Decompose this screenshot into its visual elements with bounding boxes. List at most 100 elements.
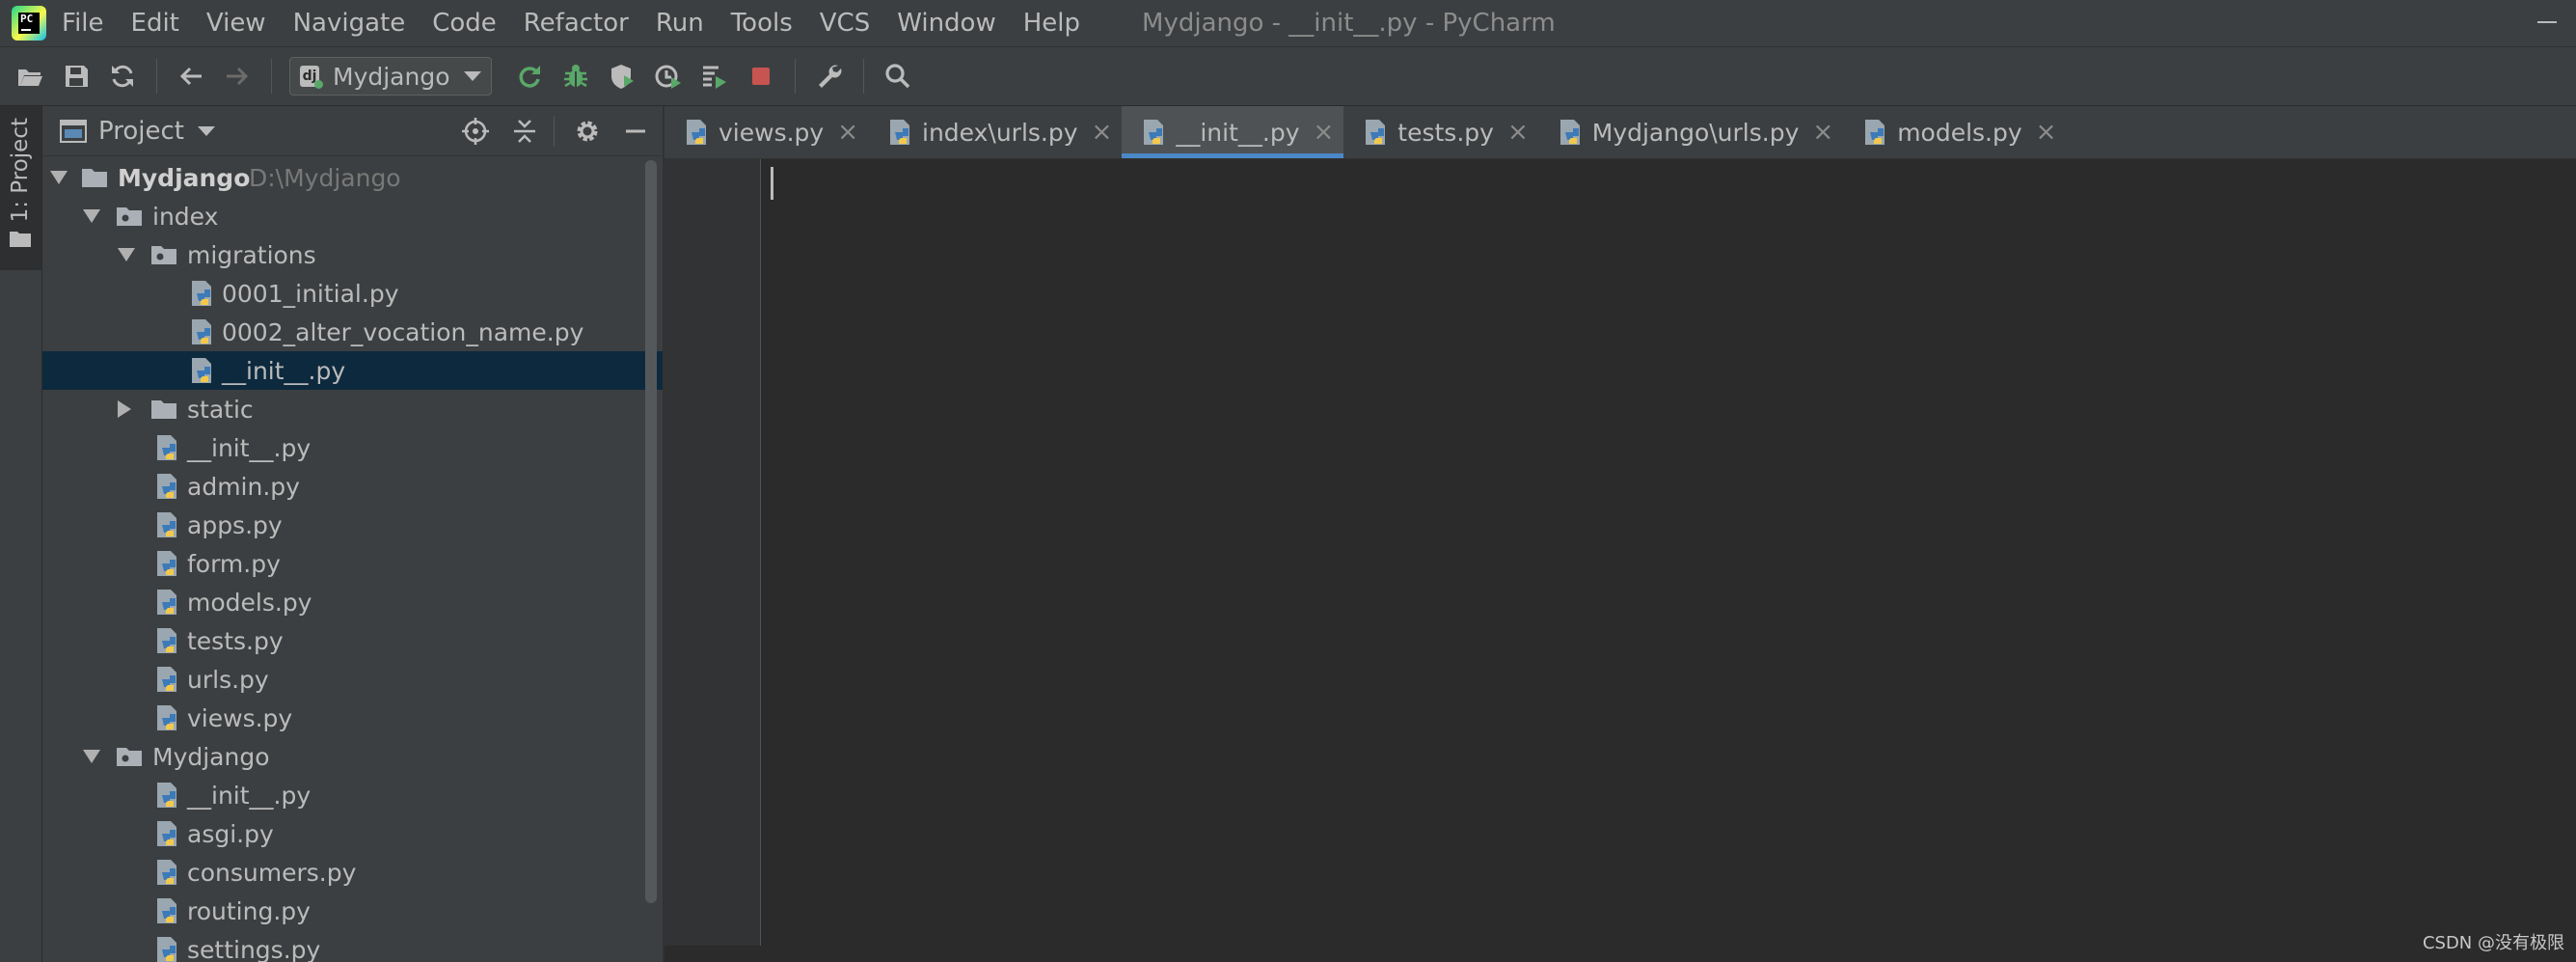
minimize-window-button[interactable]	[2537, 21, 2557, 23]
tree-item-label: settings.py	[187, 935, 321, 962]
rerun-button[interactable]	[513, 60, 546, 93]
project-tool-window: Project Mydjango D:\Mydjango index migra…	[42, 106, 664, 962]
editor-horizontal-scroll-area[interactable]	[664, 946, 2576, 962]
tree-item-file[interactable]: urls.py	[42, 660, 663, 699]
locate-file-icon[interactable]	[461, 117, 490, 146]
menu-edit[interactable]: Edit	[131, 9, 179, 38]
search-icon	[884, 64, 909, 89]
tree-item-file[interactable]: tests.py	[42, 621, 663, 660]
expand-arrow-icon[interactable]	[118, 248, 135, 261]
menu-vcs[interactable]: VCS	[820, 9, 870, 38]
synchronize-button[interactable]	[106, 60, 139, 93]
close-tab-icon[interactable]: ×	[2036, 118, 2057, 147]
run-with-coverage-button[interactable]	[606, 60, 638, 93]
tree-item-file[interactable]: settings.py	[42, 930, 663, 962]
tree-item-file[interactable]: asgi.py	[42, 814, 663, 853]
close-tab-icon[interactable]: ×	[1507, 118, 1529, 147]
stop-button[interactable]	[745, 60, 777, 93]
chevron-down-icon[interactable]	[197, 125, 215, 136]
tree-item-file[interactable]: routing.py	[42, 892, 663, 930]
tab-init-py-active[interactable]: __init__.py ×	[1122, 106, 1344, 158]
tab-index-urls-py[interactable]: index\urls.py ×	[868, 106, 1122, 158]
hide-panel-icon[interactable]	[621, 117, 650, 146]
collapse-arrow-icon[interactable]	[118, 400, 131, 418]
collapse-all-icon[interactable]	[510, 117, 539, 146]
tab-views-py[interactable]: views.py ×	[664, 106, 868, 158]
menu-window[interactable]: Window	[897, 9, 996, 38]
gear-icon[interactable]	[573, 117, 602, 146]
run-concurrency-diagram-button[interactable]	[698, 60, 731, 93]
tree-item-label: 0002_alter_vocation_name.py	[222, 317, 584, 346]
menu-tools[interactable]: Tools	[731, 9, 793, 38]
project-tool-window-button[interactable]: 1: Project	[0, 106, 41, 270]
run-configuration-label: Mydjango	[333, 62, 450, 91]
tree-item-file[interactable]: admin.py	[42, 467, 663, 506]
tab-models-py[interactable]: models.py ×	[1843, 106, 2066, 158]
tree-item-file[interactable]: __init__.py	[42, 776, 663, 814]
navigate-back-button[interactable]	[175, 60, 207, 93]
close-tab-icon[interactable]: ×	[1314, 118, 1335, 147]
tree-item-package[interactable]: migrations	[42, 235, 663, 274]
python-file-icon	[192, 281, 211, 306]
python-file-icon	[157, 551, 176, 576]
tree-item-label: routing.py	[187, 896, 311, 925]
tree-item-file[interactable]: form.py	[42, 544, 663, 583]
editor-tab-bar: views.py × index\urls.py × __init__.py ×…	[664, 106, 2576, 159]
tree-item-label: consumers.py	[187, 858, 357, 887]
tree-item-package[interactable]: Mydjango	[42, 737, 663, 776]
tree-item-file[interactable]: consumers.py	[42, 853, 663, 892]
tree-item-file[interactable]: models.py	[42, 583, 663, 621]
open-folder-button[interactable]	[14, 60, 46, 93]
tree-item-file[interactable]: __init__.py	[42, 428, 663, 467]
menu-code[interactable]: Code	[432, 9, 497, 38]
tab-tests-py[interactable]: tests.py ×	[1343, 106, 1537, 158]
profile-button[interactable]	[652, 60, 685, 93]
project-view-selector[interactable]: Project	[98, 117, 184, 146]
expand-arrow-icon[interactable]	[50, 171, 68, 184]
python-file-icon	[157, 512, 176, 537]
editor-gutter	[664, 159, 761, 946]
python-file-icon	[157, 783, 176, 808]
django-icon: dj	[300, 66, 323, 89]
menu-help[interactable]: Help	[1023, 9, 1080, 38]
menu-refactor[interactable]: Refactor	[524, 9, 629, 38]
debug-button[interactable]	[559, 60, 592, 93]
menu-view[interactable]: View	[206, 9, 266, 38]
save-all-button[interactable]	[60, 60, 93, 93]
tree-item-label: __init__.py	[222, 356, 346, 385]
project-tree-scrollbar[interactable]	[645, 160, 657, 903]
save-icon	[66, 66, 88, 87]
tree-item-project-root[interactable]: Mydjango D:\Mydjango	[42, 158, 663, 197]
tab-mydjango-urls-py[interactable]: Mydjango\urls.py ×	[1538, 106, 1843, 158]
menu-run[interactable]: Run	[656, 9, 704, 38]
close-tab-icon[interactable]: ×	[1092, 118, 1113, 147]
tree-item-file[interactable]: 0002_alter_vocation_name.py	[42, 313, 663, 351]
project-tool-window-label: 1: Project	[8, 118, 33, 223]
python-file-icon	[1559, 120, 1580, 145]
tree-item-file[interactable]: 0001_initial.py	[42, 274, 663, 313]
folder-icon	[82, 169, 107, 187]
menu-navigate[interactable]: Navigate	[293, 9, 406, 38]
expand-arrow-icon[interactable]	[83, 209, 100, 223]
tree-item-file[interactable]: apps.py	[42, 506, 663, 544]
tree-item-label: form.py	[187, 549, 281, 578]
close-tab-icon[interactable]: ×	[837, 118, 858, 147]
watermark: CSDN @没有极限	[2422, 933, 2564, 953]
tree-item-file[interactable]: views.py	[42, 699, 663, 737]
project-panel-header: Project	[42, 106, 663, 156]
run-configuration-selector[interactable]: dj Mydjango	[289, 57, 492, 96]
settings-button[interactable]	[813, 60, 846, 93]
tree-item-package[interactable]: index	[42, 197, 663, 235]
tree-item-folder[interactable]: static	[42, 390, 663, 428]
package-folder-icon	[117, 207, 142, 226]
python-file-icon	[157, 474, 176, 499]
python-file-icon	[1865, 120, 1885, 145]
search-everywhere-button[interactable]	[881, 60, 914, 93]
expand-arrow-icon[interactable]	[83, 750, 100, 763]
tree-item-file-selected[interactable]: __init__.py	[42, 351, 663, 390]
tree-item-label: index	[152, 202, 219, 231]
code-editor[interactable]	[761, 159, 2576, 946]
menu-file[interactable]: File	[62, 9, 104, 38]
close-tab-icon[interactable]: ×	[1812, 118, 1833, 147]
navigate-forward-button[interactable]	[221, 60, 254, 93]
